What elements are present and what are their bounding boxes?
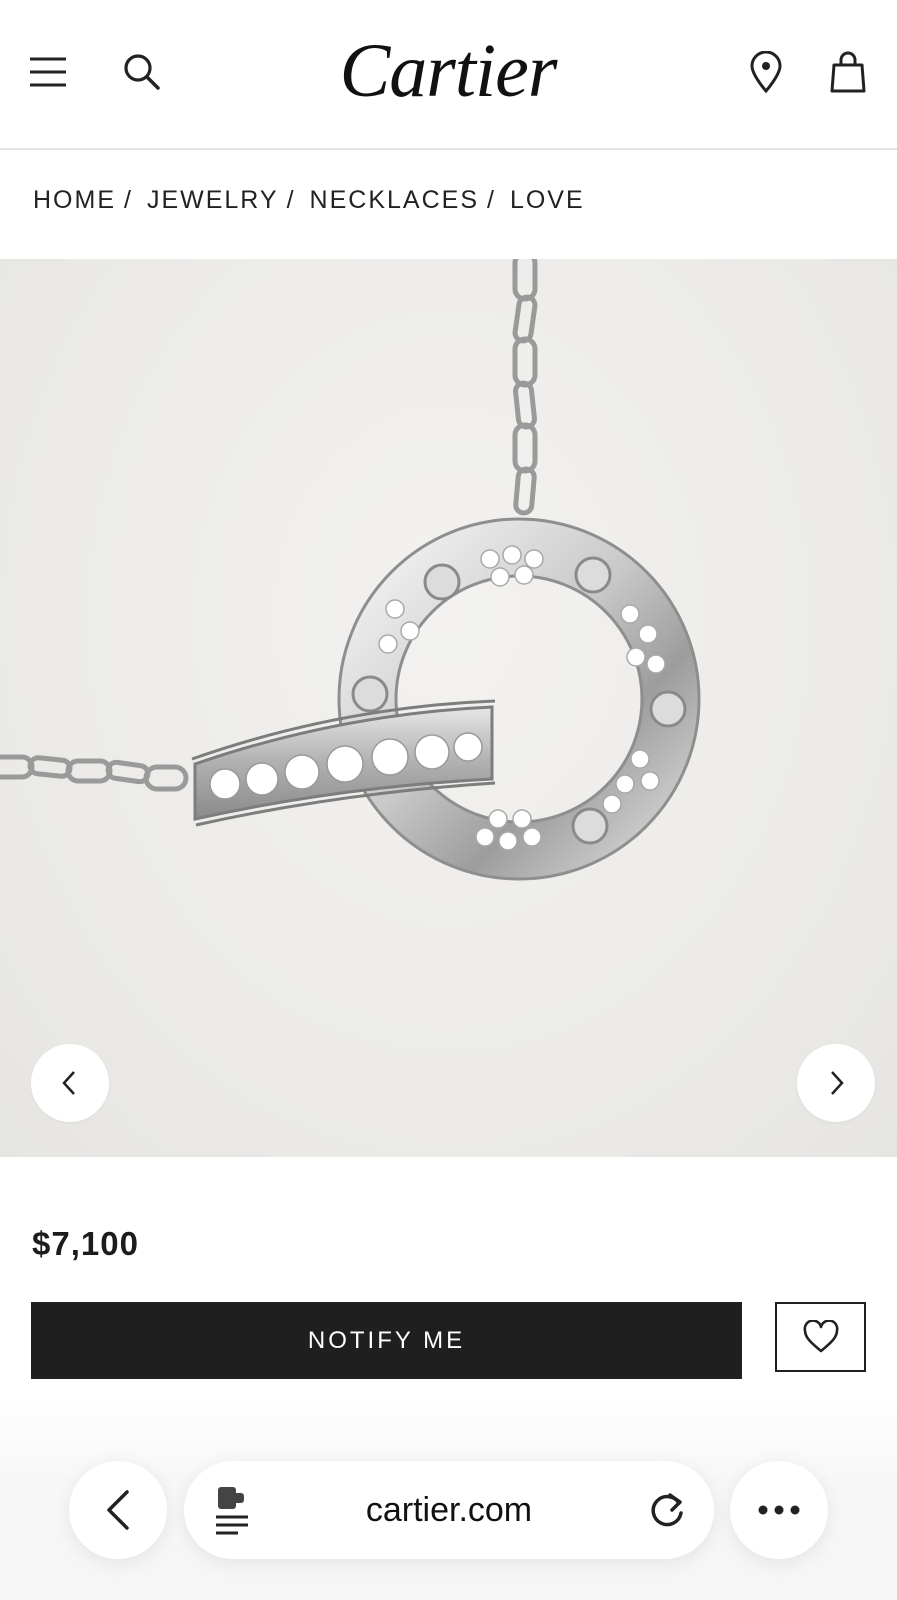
- location-pin-icon: [750, 51, 782, 93]
- shopping-bag-icon: [830, 51, 866, 93]
- store-locator-button[interactable]: [740, 46, 792, 98]
- breadcrumb-separator: /: [286, 185, 296, 214]
- menu-icon: [30, 57, 66, 87]
- search-icon: [124, 54, 160, 90]
- menu-button[interactable]: [22, 46, 74, 98]
- breadcrumb-necklaces[interactable]: NECKLACES: [310, 186, 479, 215]
- breadcrumb-separator: /: [487, 185, 496, 214]
- address-bar[interactable]: cartier.com: [184, 1461, 714, 1559]
- back-arrow-icon: [107, 1490, 129, 1530]
- more-icon: [758, 1505, 800, 1515]
- product-image-gallery[interactable]: [0, 259, 897, 1157]
- product-page: Cartier HOME / JEWELRY / NECKLACES / LOV…: [0, 0, 897, 1600]
- breadcrumb-home[interactable]: HOME: [33, 186, 116, 215]
- product-image: [0, 259, 701, 881]
- search-button[interactable]: [116, 46, 168, 98]
- shopping-bag-button[interactable]: [822, 46, 874, 98]
- notify-me-button[interactable]: NOTIFY ME: [31, 1302, 742, 1379]
- chevron-left-icon: [62, 1071, 75, 1095]
- product-price: $7,100: [32, 1225, 139, 1262]
- next-image-button[interactable]: [797, 1044, 875, 1122]
- breadcrumb-love[interactable]: LOVE: [510, 186, 585, 215]
- breadcrumb-jewelry[interactable]: JEWELRY: [147, 186, 279, 215]
- cartier-logo[interactable]: Cartier: [318, 26, 578, 116]
- chevron-right-icon: [831, 1071, 844, 1095]
- site-header: Cartier: [0, 0, 897, 150]
- reload-icon[interactable]: [646, 1489, 688, 1531]
- breadcrumb-separator: /: [124, 185, 133, 214]
- url-text: cartier.com: [365, 1490, 533, 1529]
- breadcrumb: HOME / JEWELRY / NECKLACES / LOVE: [33, 182, 585, 218]
- browser-more-button[interactable]: [730, 1461, 828, 1559]
- heart-icon: [803, 1320, 838, 1353]
- wishlist-button[interactable]: [775, 1302, 866, 1372]
- browser-back-button[interactable]: [69, 1461, 167, 1559]
- previous-image-button[interactable]: [31, 1044, 109, 1122]
